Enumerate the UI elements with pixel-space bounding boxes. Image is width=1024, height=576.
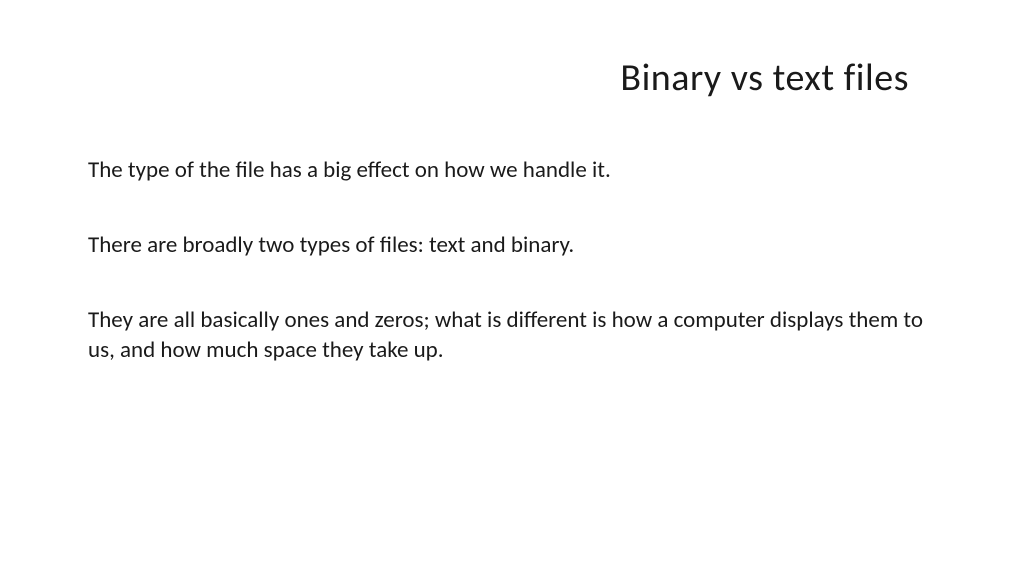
paragraph: The type of the file has a big effect on… [88,156,939,186]
paragraph: They are all basically ones and zeros; w… [88,306,939,366]
slide-body: The type of the file has a big effect on… [85,156,939,366]
slide-title: Binary vs text files [85,55,939,101]
paragraph: There are broadly two types of files: te… [88,231,939,261]
presentation-slide: Binary vs text files The type of the fil… [0,0,1024,576]
